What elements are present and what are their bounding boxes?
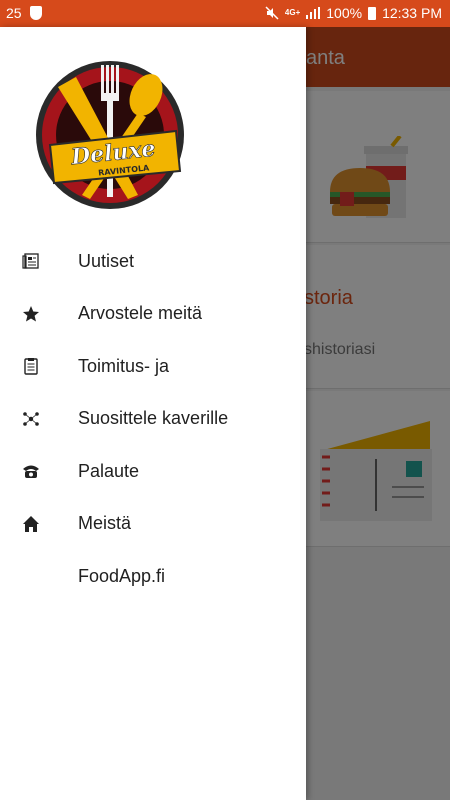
phone-icon [0,462,78,480]
deluxe-logo: Deluxe RAVINTOLA [36,61,184,209]
menu-item-meista[interactable]: Meistä [0,498,306,551]
mute-icon [265,6,279,20]
menu-label: Uutiset [78,250,135,271]
menu-label: Palaute [78,460,140,481]
star-icon [0,305,78,323]
status-bar: 25 4G+ 100% 12:33 PM [0,0,450,27]
newspaper-icon [0,252,78,270]
notification-count: 25 [6,5,22,21]
home-icon [0,515,78,533]
signal-icon [306,7,321,19]
menu-label: Toimitus- ja [78,355,170,376]
battery-percent: 100% [326,5,363,21]
menu-label: Suosittele kaverille [78,408,229,429]
menu-item-foodapp[interactable]: FoodApp.fi [0,550,306,603]
menu-item-palaute[interactable]: Palaute [0,445,306,498]
menu-item-uutiset[interactable]: Uutiset [0,235,306,288]
menu-item-suosittele[interactable]: Suosittele kaverille [0,393,306,446]
menu-item-toimitus[interactable]: Toimitus- ja [0,340,306,393]
menu-label: Arvostele meitä [78,303,203,324]
navigation-drawer: Deluxe RAVINTOLA Uutiset Arvostele meitä… [0,27,306,800]
network-type: 4G+ [284,8,301,17]
clipboard-icon [0,357,78,375]
drawer-menu: Uutiset Arvostele meitä Toimitus- ja Suo… [0,235,306,603]
share-icon [0,410,78,428]
menu-item-arvostele[interactable]: Arvostele meitä [0,288,306,341]
shield-icon [29,6,42,20]
clock: 12:33 PM [382,5,442,21]
menu-label: FoodApp.fi [78,565,166,586]
menu-label: Meistä [78,513,132,534]
battery-icon [368,6,377,20]
